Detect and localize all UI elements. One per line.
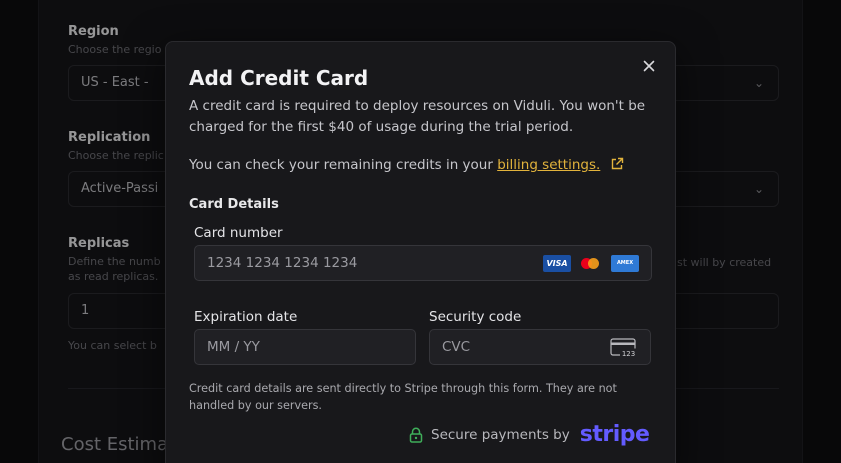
external-link-icon[interactable] [610, 157, 624, 171]
card-number-input[interactable]: 1234 1234 1234 1234 VISA AMEX [194, 245, 652, 281]
visa-icon: VISA [543, 255, 571, 272]
credits-text: You can check your remaining credits in … [189, 157, 624, 173]
lock-icon [409, 427, 423, 443]
page: Region Choose the regio US - East - ⌄ Re… [0, 0, 841, 463]
credits-prefix: You can check your remaining credits in … [189, 157, 498, 173]
security-code-label: Security code [429, 309, 522, 325]
secure-payments: Secure payments by stripe [409, 422, 650, 447]
modal-title: Add Credit Card [189, 66, 369, 90]
amex-icon: AMEX [611, 255, 639, 272]
cvc-icon-text: 123 [622, 350, 635, 358]
security-code-input[interactable]: CVC 123 [429, 329, 651, 365]
mastercard-icon [577, 255, 605, 272]
expiration-input[interactable]: MM / YY [194, 329, 416, 365]
expiration-placeholder: MM / YY [207, 339, 260, 355]
security-code-placeholder: CVC [442, 339, 471, 355]
billing-settings-link[interactable]: billing settings. [497, 157, 600, 173]
add-credit-card-modal: Add Credit Card A credit card is require… [165, 41, 676, 463]
card-details-heading: Card Details [189, 197, 279, 212]
cvc-card-icon: 123 [610, 338, 637, 358]
expiration-label: Expiration date [194, 309, 298, 325]
modal-description: A credit card is required to deploy reso… [189, 98, 646, 135]
stripe-logo: stripe [579, 422, 650, 447]
secure-payments-text: Secure payments by [431, 426, 570, 443]
card-number-label: Card number [194, 225, 283, 241]
stripe-disclaimer: Credit card details are sent directly to… [189, 382, 617, 412]
close-icon[interactable] [641, 58, 657, 74]
card-brands: VISA AMEX [543, 255, 639, 272]
card-number-placeholder: 1234 1234 1234 1234 [207, 255, 358, 271]
